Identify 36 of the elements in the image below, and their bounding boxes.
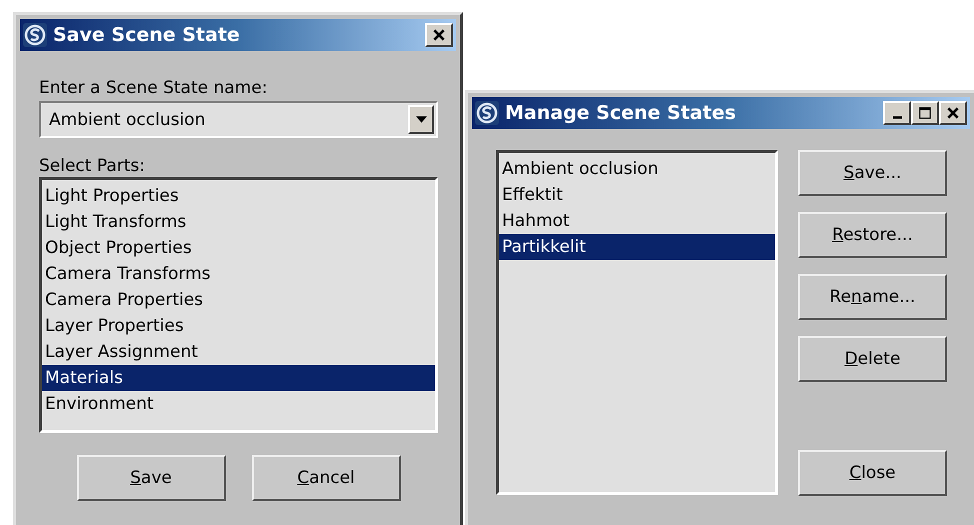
list-item[interactable]: Layer Assignment — [42, 339, 435, 365]
push-button[interactable]: Save — [76, 455, 226, 501]
list-item[interactable]: Partikkelit — [499, 234, 775, 260]
list-item[interactable]: Effektit — [499, 182, 775, 208]
minimize-button[interactable] — [883, 101, 911, 125]
window-title: Save Scene State — [53, 24, 241, 46]
list-item[interactable]: Hahmot — [499, 208, 775, 234]
minimize-icon — [892, 116, 902, 119]
list-item[interactable]: Light Properties — [42, 183, 435, 209]
push-button[interactable]: Save... — [798, 150, 947, 196]
list-item[interactable]: Camera Properties — [42, 287, 435, 313]
maximize-button[interactable] — [911, 101, 939, 125]
push-button[interactable]: Cancel — [252, 455, 400, 501]
list-item[interactable]: Materials — [42, 365, 435, 391]
list-item[interactable]: Layer Properties — [42, 313, 435, 339]
list-item[interactable]: Object Properties — [42, 235, 435, 261]
list-item[interactable]: Ambient occlusion — [499, 156, 775, 182]
app-logo-icon — [475, 101, 499, 125]
dropdown-arrow-icon — [416, 116, 426, 123]
window-title: Manage Scene States — [505, 102, 737, 124]
push-button[interactable]: Delete — [798, 336, 947, 382]
close-icon — [946, 106, 960, 120]
list-item[interactable]: Environment — [42, 391, 435, 417]
list-item[interactable]: Camera Transforms — [42, 261, 435, 287]
list-label: Select Parts: — [39, 155, 146, 177]
maximize-icon — [918, 106, 932, 120]
close-button[interactable] — [939, 101, 967, 125]
close-button[interactable] — [425, 23, 453, 47]
push-button[interactable]: Close — [798, 450, 947, 496]
close-icon — [432, 28, 446, 42]
list-item[interactable]: Light Transforms — [42, 209, 435, 235]
name-dropdown[interactable]: Ambient occlusion — [39, 101, 438, 138]
push-button[interactable]: Restore... — [798, 212, 947, 258]
push-button[interactable]: Rename... — [798, 274, 947, 320]
field-label: Enter a Scene State name: — [39, 77, 268, 99]
app-logo-icon — [23, 23, 47, 47]
